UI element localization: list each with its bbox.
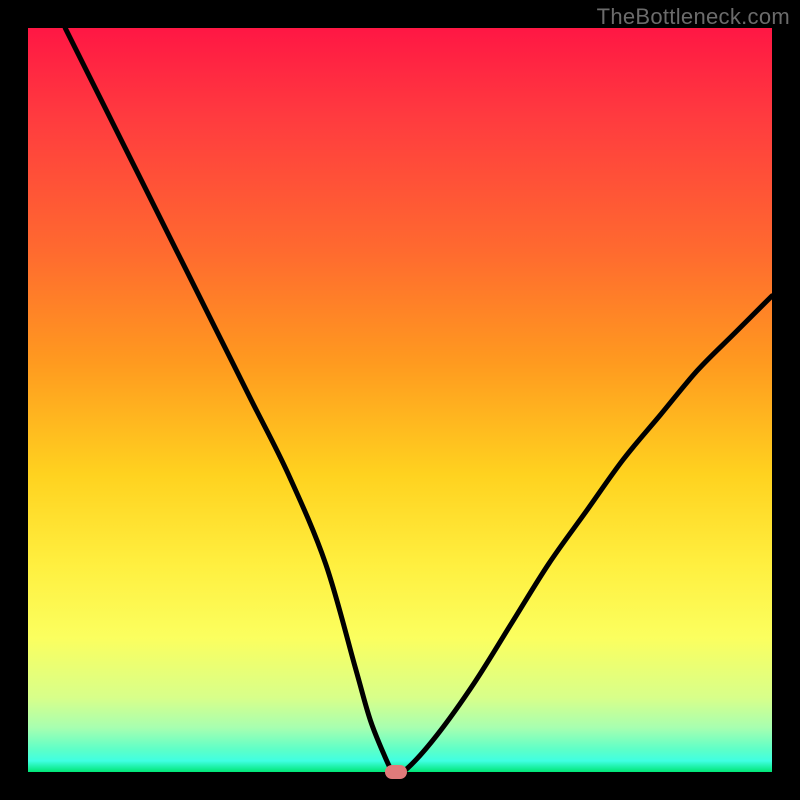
chart-frame: TheBottleneck.com bbox=[0, 0, 800, 800]
watermark-text: TheBottleneck.com bbox=[597, 4, 790, 30]
plot-area bbox=[28, 28, 772, 772]
optimum-marker bbox=[385, 765, 407, 779]
bottleneck-curve bbox=[28, 28, 772, 772]
